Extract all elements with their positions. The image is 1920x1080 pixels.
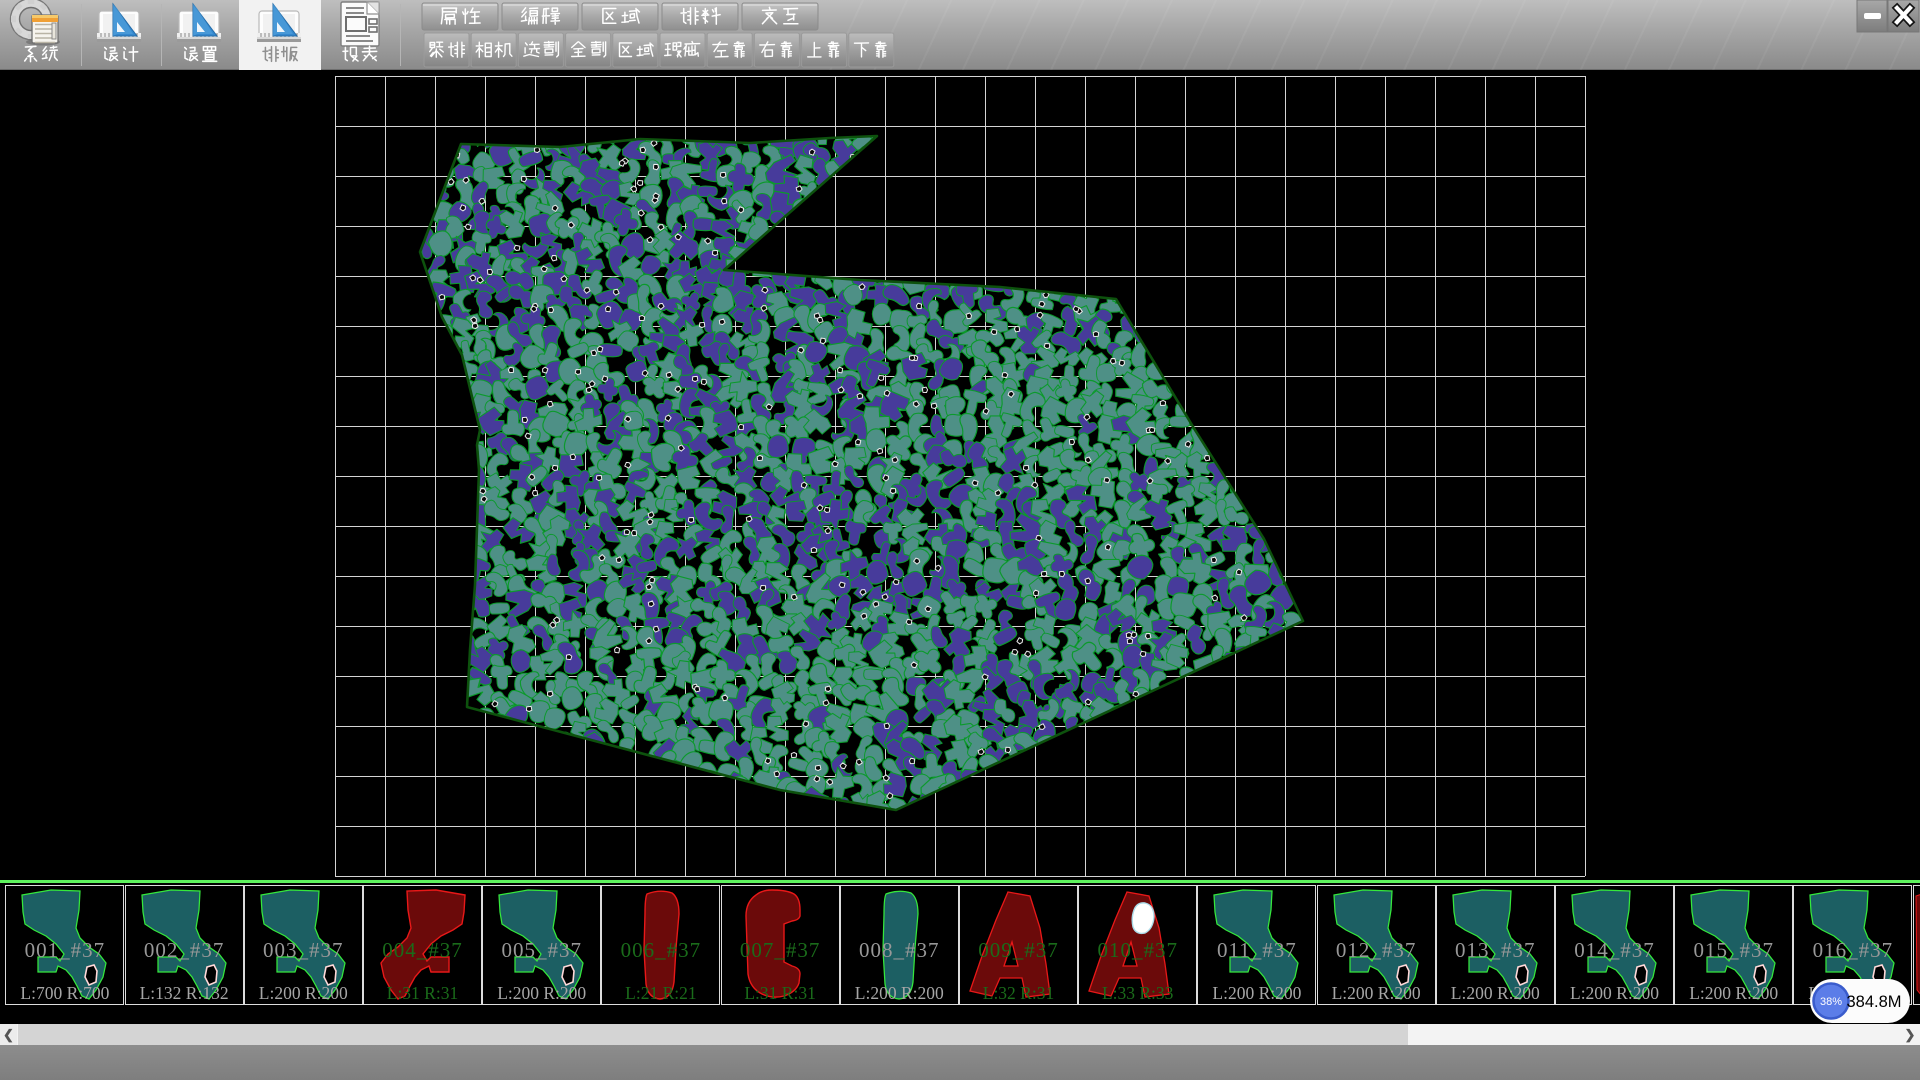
svg-text:38%: 38%: [1820, 996, 1842, 1008]
svg-text:384.8M: 384.8M: [1846, 993, 1901, 1011]
